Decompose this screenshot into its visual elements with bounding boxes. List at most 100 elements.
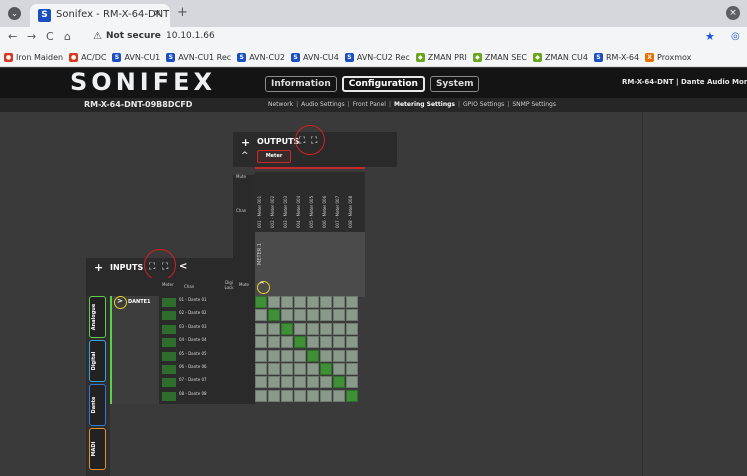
routing-crosspoint[interactable] — [307, 363, 319, 375]
routing-crosspoint[interactable] — [346, 376, 358, 389]
url-text[interactable]: 10.10.1.66 — [166, 31, 215, 41]
routing-crosspoint[interactable] — [255, 309, 267, 322]
routing-crosspoint[interactable] — [281, 349, 293, 362]
input-type-tab-analogue[interactable]: Analogue — [89, 296, 106, 338]
meter-tab[interactable]: Meter — [257, 150, 291, 163]
routing-crosspoint[interactable] — [281, 336, 293, 349]
routing-crosspoint[interactable] — [268, 322, 280, 335]
routing-crosspoint[interactable] — [255, 363, 267, 375]
routing-crosspoint[interactable] — [268, 296, 280, 308]
routing-crosspoint[interactable] — [268, 389, 280, 402]
not-secure-label[interactable]: Not secure — [106, 31, 161, 41]
bookmark-item[interactable]: S AVN-CU2 — [237, 53, 285, 62]
routing-crosspoint[interactable] — [268, 336, 280, 349]
input-type-tab-dante[interactable]: Dante — [89, 384, 106, 426]
profile-icon[interactable]: ◎ — [731, 31, 740, 42]
address-bar[interactable]: ⚠ Not secure 10.10.1.66 — [90, 30, 710, 46]
routing-crosspoint[interactable] — [281, 296, 293, 308]
settings-nav-item[interactable]: Audio Settings — [301, 101, 345, 108]
routing-crosspoint[interactable] — [346, 363, 358, 375]
routing-crosspoint[interactable] — [255, 376, 267, 389]
main-tab-configuration[interactable]: Configuration — [341, 76, 425, 92]
routing-crosspoint[interactable] — [333, 363, 345, 375]
routing-crosspoint[interactable] — [346, 322, 358, 335]
routing-crosspoint[interactable] — [294, 336, 306, 349]
forward-icon[interactable]: → — [27, 30, 36, 43]
routing-crosspoint[interactable] — [294, 363, 306, 375]
routing-crosspoint[interactable] — [333, 349, 345, 362]
routing-crosspoint[interactable] — [307, 349, 319, 362]
settings-nav-item[interactable]: Network — [268, 101, 293, 108]
routing-crosspoint[interactable] — [281, 363, 293, 375]
routing-crosspoint[interactable] — [346, 309, 358, 322]
bookmark-item[interactable]: ◆ ZMAN SEC — [472, 53, 527, 62]
routing-crosspoint[interactable] — [307, 336, 319, 349]
routing-crosspoint[interactable] — [294, 389, 306, 402]
routing-crosspoint[interactable] — [333, 336, 345, 349]
settings-nav-item[interactable]: Front Panel — [353, 101, 386, 108]
settings-nav-item[interactable]: SNMP Settings — [512, 101, 556, 108]
bookmark-item[interactable]: S AVN-CU4 — [291, 53, 339, 62]
input-device-toggle-icon[interactable]: > — [117, 297, 123, 305]
routing-crosspoint[interactable] — [320, 389, 332, 402]
reload-icon[interactable]: C — [46, 30, 54, 43]
routing-crosspoint[interactable] — [346, 296, 358, 308]
routing-crosspoint[interactable] — [307, 296, 319, 308]
warning-icon[interactable]: ⚠ — [93, 31, 102, 42]
routing-crosspoint[interactable] — [255, 322, 267, 335]
routing-crosspoint[interactable] — [281, 309, 293, 322]
inputs-collapse-icon[interactable]: < — [179, 261, 187, 272]
bookmark-item[interactable]: S AVN-CU2 Rec — [344, 53, 410, 62]
routing-crosspoint[interactable] — [268, 363, 280, 375]
routing-crosspoint[interactable] — [320, 376, 332, 389]
routing-crosspoint[interactable] — [320, 349, 332, 362]
output-device-toggle-icon[interactable]: ^ — [259, 281, 265, 289]
routing-crosspoint[interactable] — [255, 389, 267, 402]
routing-crosspoint[interactable] — [346, 349, 358, 362]
routing-crosspoint[interactable] — [294, 376, 306, 389]
main-tab-system[interactable]: System — [429, 76, 480, 92]
routing-crosspoint[interactable] — [320, 296, 332, 308]
bookmark-star-icon[interactable]: ★ — [705, 30, 715, 43]
routing-crosspoint[interactable] — [346, 336, 358, 349]
settings-nav-item[interactable]: Metering Settings — [394, 101, 455, 108]
routing-crosspoint[interactable] — [307, 376, 319, 389]
routing-crosspoint[interactable] — [268, 376, 280, 389]
routing-crosspoint[interactable] — [281, 376, 293, 389]
routing-crosspoint[interactable] — [333, 309, 345, 322]
bookmark-item[interactable]: S AVN-CU1 — [112, 53, 160, 62]
bookmark-item[interactable]: S AVN-CU1 Rec — [166, 53, 231, 62]
new-tab-button[interactable]: + — [177, 5, 188, 20]
tab-close-icon[interactable]: × — [153, 8, 161, 19]
settings-nav-item[interactable]: GPIO Settings — [463, 101, 504, 108]
tab-search-icon[interactable]: ⌄ — [8, 7, 21, 20]
routing-crosspoint[interactable] — [294, 309, 306, 322]
inputs-add-icon[interactable]: + — [94, 261, 103, 274]
routing-crosspoint[interactable] — [320, 322, 332, 335]
routing-crosspoint[interactable] — [294, 296, 306, 308]
routing-crosspoint[interactable] — [281, 322, 293, 335]
routing-crosspoint[interactable] — [307, 309, 319, 322]
bookmark-item[interactable]: ◆ ZMAN PRI — [415, 53, 467, 62]
routing-crosspoint[interactable] — [320, 363, 332, 375]
routing-crosspoint[interactable] — [346, 389, 358, 402]
routing-crosspoint[interactable] — [268, 349, 280, 362]
back-icon[interactable]: ← — [8, 30, 17, 43]
routing-crosspoint[interactable] — [307, 322, 319, 335]
bookmark-item[interactable]: ● AC/DC — [69, 53, 106, 62]
routing-crosspoint[interactable] — [333, 376, 345, 389]
input-type-tab-digital[interactable]: Digital — [89, 340, 106, 382]
outputs-add-icon[interactable]: + — [241, 136, 250, 149]
routing-crosspoint[interactable] — [281, 389, 293, 402]
home-icon[interactable]: ⌂ — [64, 30, 71, 43]
routing-crosspoint[interactable] — [255, 336, 267, 349]
routing-crosspoint[interactable] — [268, 309, 280, 322]
bookmark-item[interactable]: X Proxmox — [645, 53, 691, 62]
window-close-icon[interactable]: × — [726, 6, 740, 20]
main-tab-information[interactable]: Information — [265, 76, 337, 92]
outputs-collapse-icon[interactable]: ^ — [241, 151, 249, 161]
routing-crosspoint[interactable] — [255, 349, 267, 362]
routing-crosspoint[interactable] — [333, 322, 345, 335]
routing-crosspoint[interactable] — [294, 349, 306, 362]
bookmark-item[interactable]: ● Iron Maiden — [4, 53, 63, 62]
